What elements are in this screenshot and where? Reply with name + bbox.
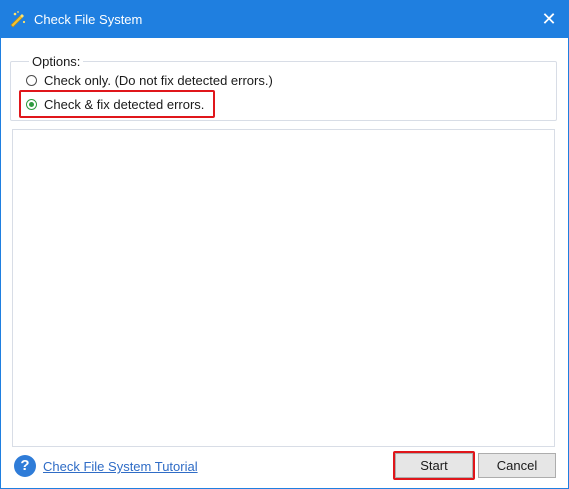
close-icon: ✕ — [541, 9, 557, 29]
cancel-button[interactable]: Cancel — [478, 453, 556, 478]
highlight-box-start — [393, 451, 475, 480]
options-legend: Options: — [29, 54, 84, 69]
radio-check-only[interactable]: Check only. (Do not fix detected errors.… — [26, 71, 273, 89]
radio-label-check-only: Check only. (Do not fix detected errors.… — [44, 72, 273, 88]
check-file-system-dialog: Check File System ✕ Options: Check only.… — [0, 0, 569, 489]
tutorial-link[interactable]: Check File System Tutorial — [43, 459, 198, 474]
close-button[interactable]: ✕ — [536, 7, 562, 31]
highlight-box-option — [19, 90, 215, 118]
wand-icon — [9, 10, 27, 28]
window-title: Check File System — [34, 12, 143, 27]
radio-button-unchecked[interactable] — [26, 74, 37, 86]
help-icon[interactable]: ? — [14, 455, 36, 477]
title-bar: Check File System ✕ — [1, 1, 568, 38]
results-log-area[interactable] — [12, 129, 555, 447]
